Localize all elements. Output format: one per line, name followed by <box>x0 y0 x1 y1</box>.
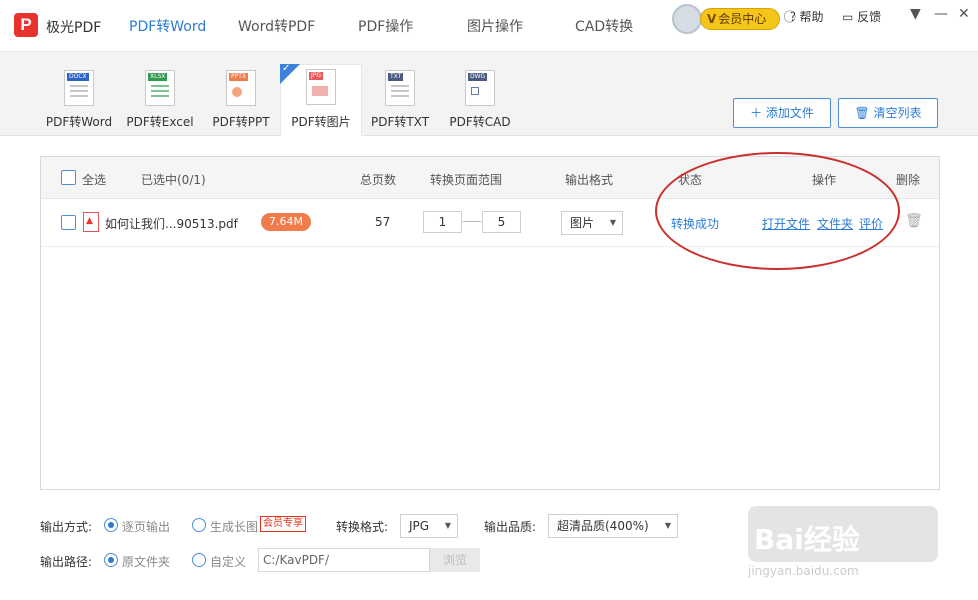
delete-row-icon[interactable]: 🗑 <box>905 213 923 229</box>
browse-button[interactable]: 浏览 <box>430 548 480 572</box>
trash-icon: 🗑 <box>854 106 870 120</box>
tool-pdf-to-ppt[interactable]: PPTX PDF转PPT <box>200 66 282 136</box>
tool-label: PDF转Word <box>45 115 113 129</box>
row-checkbox[interactable] <box>61 215 76 230</box>
tab-cad-convert[interactable]: CAD转换 <box>575 16 633 36</box>
convert-format-select[interactable]: JPG ▼ <box>400 514 458 538</box>
add-file-label: 添加文件 <box>765 106 814 120</box>
vip-only-badge: 会员专享 <box>260 516 306 532</box>
range-from-input[interactable]: 1 <box>423 211 462 233</box>
original-folder-label: 原文件夹 <box>122 555 171 569</box>
clear-list-button[interactable]: 🗑 清空列表 <box>838 98 938 128</box>
output-format-value: 图片 <box>570 216 595 230</box>
header-total-pages: 总页数 <box>360 173 397 187</box>
tab-word-to-pdf[interactable]: Word转PDF <box>238 16 315 36</box>
vip-center-button[interactable]: V 会员中心 <box>700 8 780 30</box>
header-delete: 删除 <box>896 173 921 187</box>
file-name: 如何让我们...90513.pdf <box>105 217 238 231</box>
file-table: 全选 已选中(0/1) 总页数 转换页面范围 输出格式 状态 操作 删除 如何让… <box>40 156 940 490</box>
header-select-all[interactable]: 全选 <box>82 171 106 188</box>
tool-pdf-to-image[interactable]: ✓ JPG PDF转图片 <box>280 63 362 136</box>
header-actions: 操作 <box>812 173 837 187</box>
image-doc-icon: JPG <box>306 69 336 105</box>
feedback-icon: ▭ <box>842 10 854 24</box>
tool-pdf-to-excel[interactable]: XLSX PDF转Excel <box>119 66 201 136</box>
output-mode-label: 输出方式: <box>40 520 93 534</box>
quality-value: 超清品质(400%) <box>557 519 649 533</box>
top-bar: P 极光PDF PDF转Word Word转PDF PDF操作 图片操作 CAD… <box>0 0 978 52</box>
vip-center-label: 会员中心 <box>718 12 767 26</box>
feedback-button[interactable]: ▭ 反馈 <box>842 8 881 25</box>
txt-doc-icon: TXT <box>385 70 415 106</box>
help-label: 帮助 <box>799 10 824 24</box>
chevron-down-icon: ▼ <box>664 521 671 530</box>
header-selected-count: 已选中(0/1) <box>141 173 206 187</box>
tab-pdf-to-word[interactable]: PDF转Word <box>129 16 206 36</box>
tool-pdf-to-cad[interactable]: DWG PDF转CAD <box>439 66 521 136</box>
radio-long-image[interactable] <box>192 518 206 532</box>
long-image-label: 生成长图 <box>210 520 259 534</box>
tool-label: PDF转CAD <box>449 115 511 129</box>
add-file-button[interactable]: ＋ 添加文件 <box>733 98 831 128</box>
per-page-label: 逐页输出 <box>122 520 171 534</box>
custom-path-label: 自定义 <box>210 555 247 569</box>
header-page-range: 转换页面范围 <box>430 173 503 187</box>
tool-label: PDF转Excel <box>126 115 194 129</box>
radio-original-folder[interactable] <box>104 553 118 567</box>
tool-label: PDF转图片 <box>291 115 351 129</box>
open-folder-link[interactable]: 文件夹 <box>817 215 853 232</box>
output-path-label: 输出路径: <box>40 555 93 569</box>
close-icon[interactable]: ✕ <box>958 6 970 22</box>
tool-pdf-to-word[interactable]: DOCX PDF转Word <box>38 66 120 136</box>
status-success: 转换成功 <box>671 217 720 231</box>
tool-label: PDF转TXT <box>370 115 430 129</box>
header-status: 状态 <box>678 173 703 187</box>
quality-label: 输出品质: <box>484 520 537 534</box>
table-header: 全选 已选中(0/1) 总页数 转换页面范围 输出格式 状态 操作 删除 <box>41 157 939 199</box>
tool-ribbon: DOCX PDF转Word XLSX PDF转Excel PPTX PDF转PP… <box>0 52 978 136</box>
convert-format-label: 转换格式: <box>336 520 389 534</box>
output-path-input[interactable]: C:/KavPDF/ <box>258 548 430 572</box>
chevron-down-icon: ▼ <box>609 218 616 227</box>
app-name: 极光PDF <box>46 20 102 36</box>
clear-list-label: 清空列表 <box>873 106 922 120</box>
select-all-checkbox[interactable] <box>61 170 76 185</box>
chevron-down-icon: ▼ <box>444 521 451 530</box>
quality-select[interactable]: 超清品质(400%) ▼ <box>548 514 678 538</box>
minimize-icon[interactable]: — <box>934 6 948 22</box>
app-logo: P <box>14 13 38 37</box>
tool-label: PDF转PPT <box>212 115 270 129</box>
ppt-doc-icon: PPTX <box>226 70 256 106</box>
vip-mark: V <box>707 12 717 26</box>
tab-image-operations[interactable]: 图片操作 <box>467 16 523 36</box>
excel-doc-icon: XLSX <box>145 70 175 106</box>
tab-pdf-operations[interactable]: PDF操作 <box>358 16 413 36</box>
radio-per-page[interactable] <box>104 518 118 532</box>
cad-doc-icon: DWG <box>465 70 495 106</box>
file-size-badge: 7.64M <box>261 213 311 231</box>
pdf-file-icon <box>83 212 99 232</box>
tool-pdf-to-txt[interactable]: TXT PDF转TXT <box>359 66 441 136</box>
plus-icon: ＋ <box>750 106 763 120</box>
watermark-url: jingyan.baidu.com <box>748 564 859 578</box>
dropdown-menu-icon[interactable]: ▼ <box>910 6 921 22</box>
radio-custom-path[interactable] <box>192 553 206 567</box>
rate-link[interactable]: 评价 <box>859 215 883 232</box>
feedback-label: 反馈 <box>857 10 882 24</box>
range-separator <box>463 221 481 222</box>
help-icon: ?⃝ <box>790 10 796 24</box>
convert-format-value: JPG <box>409 519 430 533</box>
table-row: 如何让我们...90513.pdf 7.64M 57 1 5 图片 ▼ 转换成功… <box>41 199 939 247</box>
range-to-input[interactable]: 5 <box>482 211 521 233</box>
watermark-logo: Bai经验 <box>754 523 860 556</box>
header-output-format: 输出格式 <box>565 173 614 187</box>
output-format-select[interactable]: 图片 ▼ <box>561 211 623 235</box>
word-doc-icon: DOCX <box>64 70 94 106</box>
help-button[interactable]: ?⃝ 帮助 <box>790 8 824 25</box>
open-file-link[interactable]: 打开文件 <box>762 215 810 232</box>
total-pages-value: 57 <box>375 215 391 229</box>
user-avatar[interactable] <box>672 4 702 34</box>
